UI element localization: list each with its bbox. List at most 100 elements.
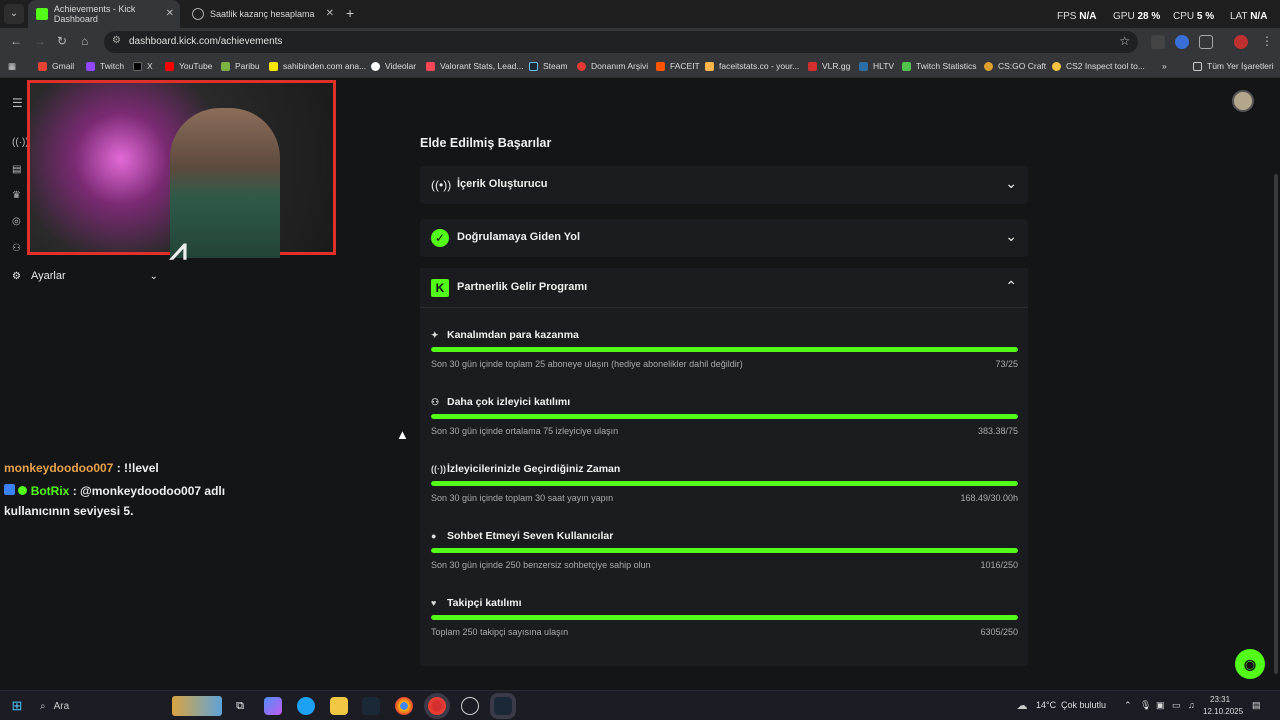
progress-fill (431, 414, 1018, 419)
bookmark-cs2-inspect[interactable]: CS2 Inspect tool to... (1052, 61, 1145, 71)
tray-app-icon[interactable]: ▣ (1156, 700, 1165, 711)
progress-fill (431, 347, 1018, 352)
achievement-title: Sohbet Etmeyi Seven Kullanıcılar (447, 530, 614, 542)
bookmark-paribu[interactable]: Paribu (221, 61, 260, 71)
windows-taskbar: ⊞ ⌕ Ara ⧉ ☁ 14°C Çok bulutlu ⌃ 🎙 ▣ ▭ ♫ 2… (0, 690, 1280, 720)
achievement-description: Son 30 gün içinde 250 benzersiz sohbetçi… (431, 560, 651, 570)
bookmark-faceitstats[interactable]: faceitstats.co - your... (705, 61, 799, 71)
all-bookmarks-folder[interactable]: Tüm Yer İşaretleri (1193, 61, 1274, 71)
moderation-icon[interactable]: ◎ (12, 216, 21, 227)
new-tab-button[interactable]: + (346, 5, 354, 21)
network-icon[interactable]: ▭ (1172, 700, 1181, 711)
clock-time[interactable]: 23:31 (1210, 695, 1230, 704)
tab-saatlik[interactable]: Saatlik kazanç hesaplama ✕ (184, 0, 340, 28)
bookmark-csgo-craft[interactable]: CS:GO Craft (984, 61, 1046, 71)
steam-icon[interactable] (362, 697, 380, 715)
chrome-profile-icon[interactable] (428, 697, 446, 715)
chrome-icon[interactable] (395, 697, 413, 715)
bookmark-label: FACEIT (670, 61, 700, 71)
bookmark-videolar[interactable]: Videolar (371, 61, 416, 71)
bookmark-steam[interactable]: Steam (529, 61, 568, 71)
sidebar-item-settings[interactable]: ⚙ Ayarlar ⌄ (12, 267, 162, 285)
bookmark-x[interactable]: X (133, 61, 153, 71)
task-view-icon[interactable]: ⧉ (231, 697, 249, 715)
volume-icon[interactable]: ♫ (1188, 700, 1195, 710)
steam-active-icon[interactable] (494, 697, 512, 715)
hw-gpu: GPU 28 % (1113, 11, 1160, 22)
csgo-craft-icon (984, 61, 993, 71)
sahibinden-icon (269, 61, 278, 71)
tray-overflow-icon[interactable]: ⌃ (1124, 700, 1132, 711)
trophy-icon[interactable]: ♛ (12, 190, 21, 201)
copilot-icon[interactable] (264, 697, 282, 715)
tab-achievements[interactable]: Achievements - Kick Dashboard ✕ (28, 0, 180, 28)
progress-bar (431, 414, 1018, 419)
bookmark-twitch[interactable]: Twitch (86, 61, 124, 71)
kick-favicon-icon (36, 8, 48, 20)
more-bookmarks-icon[interactable]: » (1162, 61, 1167, 71)
back-icon[interactable]: ← (10, 34, 22, 48)
accordion-verification[interactable]: ✓ Doğrulamaya Giden Yol ⌄ (420, 219, 1028, 257)
bookmark-youtube[interactable]: YouTube (165, 61, 212, 71)
reload-icon[interactable]: ↻ (57, 34, 67, 48)
windows-start-icon[interactable]: ⊞ (8, 697, 26, 715)
file-explorer-icon[interactable] (330, 697, 348, 715)
site-info-icon[interactable]: ⚙ (112, 35, 121, 46)
page-scrollbar[interactable] (1274, 174, 1278, 674)
accordion-partner-program: K Partnerlik Gelir Programı ⌃ ✦ Kanalımda… (420, 268, 1028, 666)
bookmark-sahibinden[interactable]: sahibinden.com ana... (269, 61, 366, 71)
chevron-down-icon: ⌄ (149, 270, 158, 282)
progress-bar (431, 347, 1018, 352)
webcam-overlay: ⩘ (27, 80, 336, 266)
bookmark-donanim[interactable]: Donanım Arşivi (577, 61, 648, 71)
extension-icon[interactable] (1151, 35, 1165, 49)
close-tab-icon[interactable]: ✕ (326, 8, 334, 19)
clock-date[interactable]: 12.10.2025 (1203, 707, 1243, 716)
weather-temp[interactable]: 14°C (1036, 700, 1056, 710)
obs-icon[interactable] (461, 697, 479, 715)
extension-icon[interactable] (1175, 35, 1189, 49)
hamburger-menu-icon[interactable]: ☰ (12, 96, 23, 110)
bookmark-label: CS:GO Craft (998, 61, 1047, 71)
accordion-content-creator[interactable]: ((•)) İçerik Oluşturucu ⌄ (420, 166, 1028, 204)
notification-icon[interactable]: ▤ (1252, 700, 1261, 711)
microphone-icon[interactable]: 🎙 (1140, 700, 1151, 711)
community-icon[interactable]: ⚇ (12, 243, 21, 254)
user-avatar[interactable] (1232, 90, 1254, 112)
bookmark-gmail[interactable]: Gmail (38, 61, 74, 71)
achievement-title: Kanalımdan para kazanma (447, 329, 579, 341)
extensions-puzzle-icon[interactable] (1199, 35, 1213, 49)
home-icon[interactable]: ⌂ (81, 34, 88, 48)
analytics-icon[interactable]: ▤ (12, 164, 21, 175)
accordion-label: İçerik Oluşturucu (457, 178, 548, 190)
support-chat-button[interactable]: ◉ (1235, 649, 1265, 679)
chat-username: BotRix (30, 484, 70, 498)
bookmark-star-icon[interactable]: ☆ (1119, 34, 1130, 48)
profile-avatar-icon[interactable] (1234, 35, 1248, 49)
chat-text: : @monkeydoodoo007 adlı (69, 484, 226, 498)
bookmark-twitch-statistics[interactable]: Twitch Statistics (902, 61, 976, 71)
address-bar[interactable]: ⚙ dashboard.kick.com/achievements ☆ (104, 31, 1138, 53)
globe-favicon-icon (192, 8, 204, 20)
weather-cloud-icon[interactable]: ☁ (1013, 697, 1031, 715)
accordion-header[interactable]: K Partnerlik Gelir Programı ⌃ (420, 268, 1028, 308)
bookmark-faceit[interactable]: FACEIT (656, 61, 700, 71)
weather-description[interactable]: Çok bulutlu (1061, 700, 1106, 710)
bookmark-label: Valorant Stats, Lead... (440, 61, 524, 71)
bookmark-hltv[interactable]: HLTV (859, 61, 894, 71)
bookmark-vlr[interactable]: VLR.gg (808, 61, 850, 71)
verified-check-icon: ✓ (431, 229, 449, 247)
chat-username: monkeydoodoo007 (4, 461, 114, 475)
edge-icon[interactable] (297, 697, 315, 715)
forward-icon[interactable]: → (34, 34, 46, 48)
apps-grid-icon[interactable]: ▦ (8, 61, 16, 72)
chevron-down-icon: ⌄ (1005, 175, 1017, 191)
sparkle-icon: ✦ (431, 329, 439, 340)
search-highlight-image (172, 696, 222, 716)
cs2-inspect-icon (1052, 61, 1061, 71)
tab-search-button[interactable]: ⌄ (4, 4, 24, 24)
browser-menu-icon[interactable]: ⋮ (1261, 34, 1273, 48)
taskbar-search[interactable]: ⌕ Ara (32, 695, 222, 717)
bookmark-valorant[interactable]: Valorant Stats, Lead... (426, 61, 523, 71)
close-tab-icon[interactable]: ✕ (166, 8, 174, 19)
